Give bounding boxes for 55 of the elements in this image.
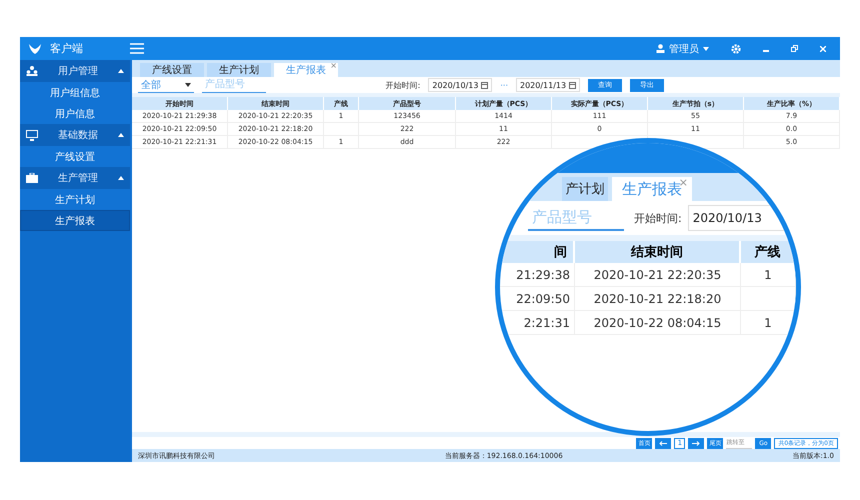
- menu-icon[interactable]: [130, 43, 144, 54]
- range-separator: ···: [500, 80, 508, 90]
- table-cell: 2020-10-21 22:18:20: [575, 287, 741, 311]
- table-cell: 1: [741, 311, 796, 335]
- tab[interactable]: 产计划: [562, 177, 608, 201]
- arrow-left-icon: [659, 440, 668, 446]
- table-cell: 21:29:38: [500, 263, 575, 287]
- table-cell: 1: [741, 263, 796, 287]
- table-cell: 2020-10-21 22:20:35: [575, 263, 741, 287]
- table-cell: 2020-10-22 08:04:15: [575, 311, 741, 335]
- column-header: 产线: [741, 241, 796, 263]
- date-from-field[interactable]: 2020/10/13: [428, 78, 492, 92]
- caret-icon: [118, 176, 124, 180]
- sidebar-group[interactable]: 用户管理: [20, 60, 130, 82]
- logo-icon: [28, 42, 42, 54]
- tab[interactable]: 产线设置: [140, 63, 204, 77]
- date-to-field[interactable]: 2020/11/13: [516, 78, 580, 92]
- arrow-right-icon: [692, 440, 700, 446]
- model-input[interactable]: 产品型号: [202, 78, 266, 92]
- table-cell: 22:09:50: [500, 287, 575, 311]
- date-label: 开始时间:: [634, 210, 682, 226]
- calendar-icon[interactable]: [569, 82, 576, 88]
- tab-close-button[interactable]: ×: [330, 61, 337, 70]
- column-header: 结束时间: [575, 241, 741, 263]
- sidebar-group[interactable]: 基础数据: [20, 124, 130, 146]
- tab[interactable]: 生产报表×: [612, 177, 692, 201]
- tab[interactable]: 生产报表 ×: [274, 63, 338, 77]
- next-page-button[interactable]: [688, 438, 704, 448]
- calendar-icon[interactable]: [481, 82, 488, 88]
- close-icon[interactable]: [820, 46, 826, 52]
- table-cell: 2:21:31: [500, 311, 575, 335]
- restore-icon[interactable]: [791, 45, 798, 52]
- prev-page-button[interactable]: [655, 438, 672, 448]
- sidebar-group[interactable]: 生产管理: [20, 167, 130, 189]
- briefcase-icon: [26, 173, 38, 183]
- app-title: 客户端: [50, 41, 83, 56]
- user-menu[interactable]: 管理员: [656, 42, 709, 56]
- settings-icon[interactable]: [731, 44, 741, 54]
- column-header: 间: [500, 241, 575, 263]
- caret-icon: [703, 46, 709, 50]
- category-select[interactable]: 全部: [138, 78, 194, 92]
- tab[interactable]: 生产计划: [207, 63, 271, 77]
- caret-icon: [118, 69, 124, 73]
- table-cell: [741, 287, 796, 311]
- user-icon: [656, 44, 665, 53]
- sidebar-item[interactable]: 用户组信息: [20, 82, 130, 103]
- sidebar-item[interactable]: 产线设置: [20, 146, 130, 167]
- sidebar-item[interactable]: 生产计划: [20, 189, 130, 210]
- sidebar-item[interactable]: 用户信息: [20, 103, 130, 124]
- caret-icon: [185, 82, 191, 86]
- monitor-icon: [26, 130, 38, 140]
- caret-icon: [118, 133, 124, 137]
- users-icon: [26, 66, 38, 76]
- sidebar-item[interactable]: 生产报表: [20, 210, 130, 231]
- date-label: 开始时间:: [386, 80, 420, 90]
